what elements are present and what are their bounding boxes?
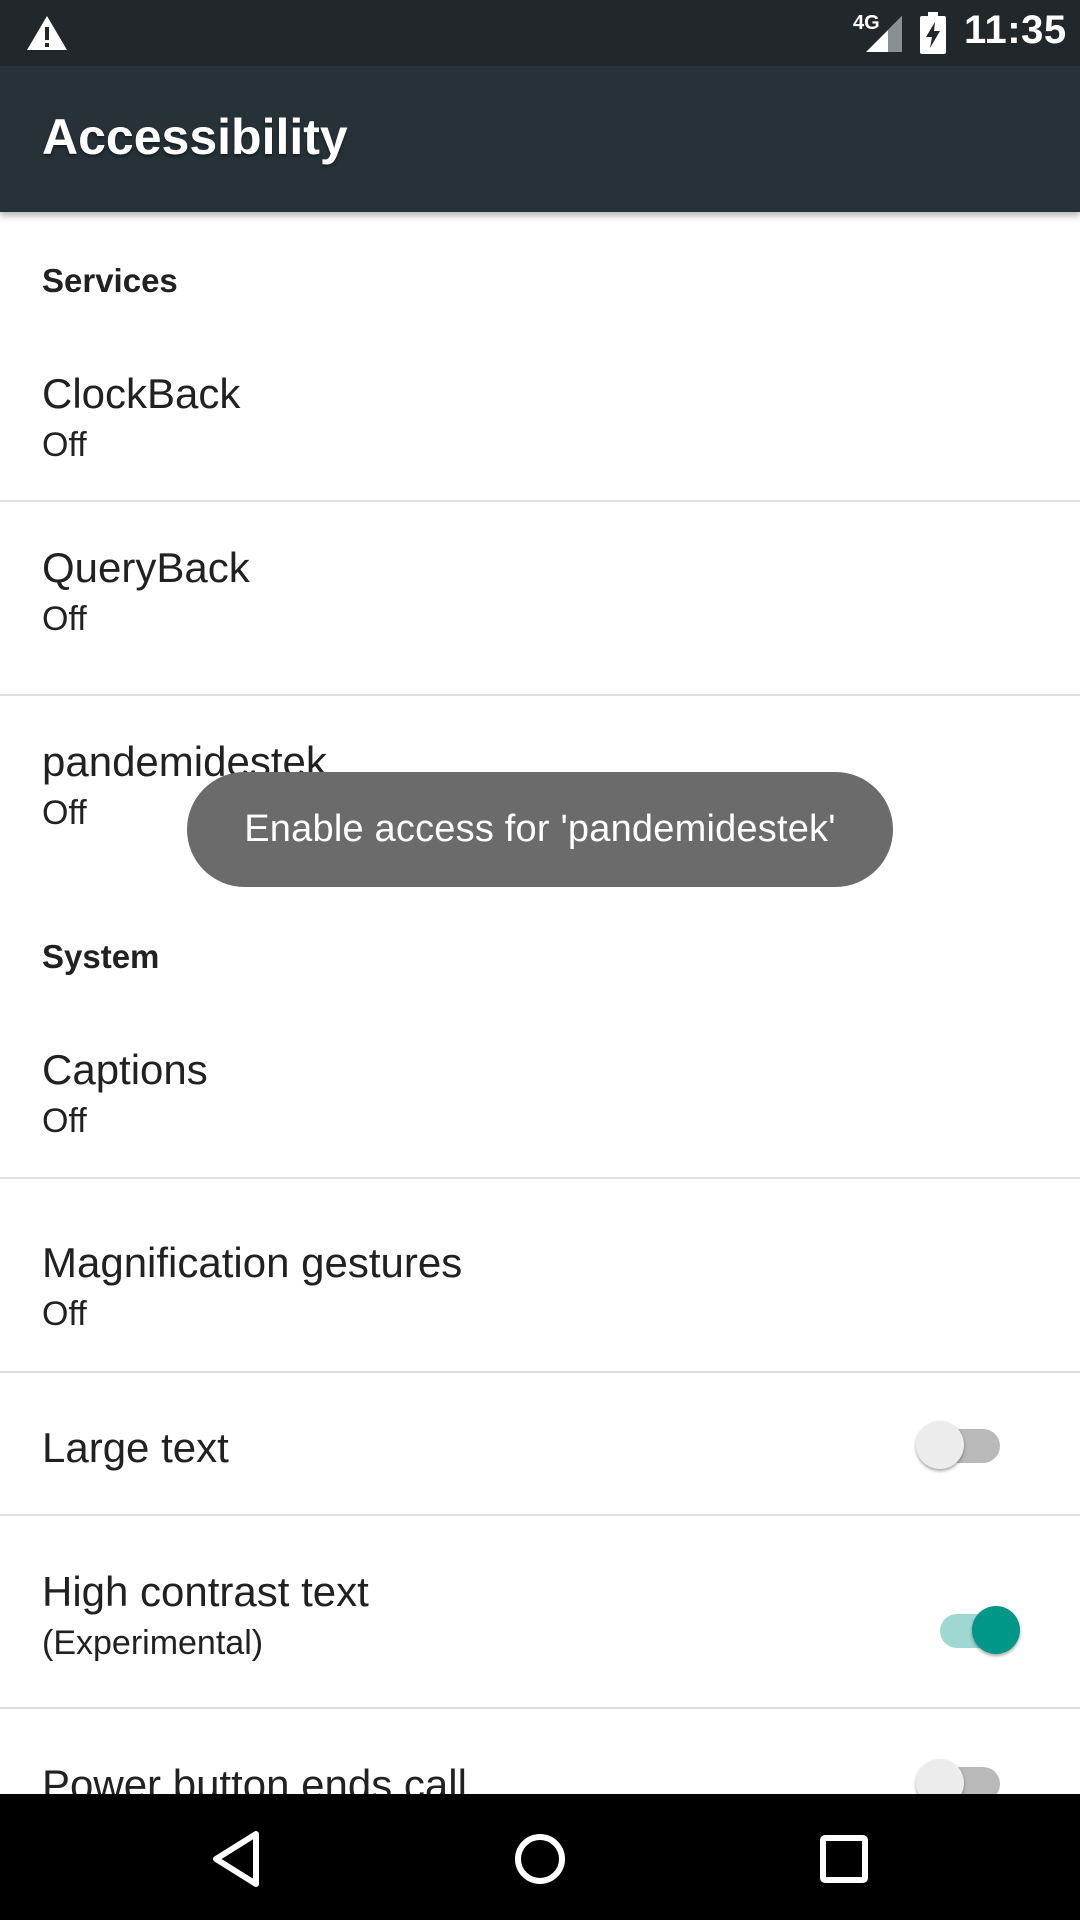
settings-list[interactable]: Services ClockBack Off QueryBack Off pan… [0,212,1080,1794]
setting-item-power-button-ends-call[interactable]: Power button ends call [0,1709,1080,1794]
page-title: Accessibility [42,109,348,165]
setting-title: QueryBack [42,544,250,591]
setting-summary: Off [42,794,87,832]
setting-title: Magnification gestures [42,1239,463,1286]
high-contrast-text-switch[interactable] [920,1596,1020,1656]
large-text-switch[interactable] [912,1411,1012,1471]
recents-icon[interactable] [809,1824,879,1894]
setting-item-clockback[interactable]: ClockBack Off [0,328,1080,514]
home-icon[interactable] [505,1824,575,1894]
power-button-ends-call-switch[interactable] [912,1749,1012,1794]
signal-icon [866,16,902,52]
setting-title: ClockBack [42,370,241,417]
setting-summary: Off [42,1102,87,1140]
setting-summary: (Experimental) [42,1624,264,1662]
setting-title: High contrast text [42,1568,369,1615]
app-bar: Accessibility [0,66,1080,212]
status-bar: 4G 11:35 [0,0,1080,66]
clock: 11:35 [964,8,1067,52]
setting-title: Captions [42,1046,208,1093]
setting-summary: Off [42,426,87,464]
setting-summary: Off [42,1295,87,1333]
setting-item-large-text[interactable]: Large text [0,1373,1080,1515]
navigation-bar [0,1794,1080,1920]
section-header-system: System [42,938,160,975]
section-header-services: Services [42,262,178,299]
switch-thumb [916,1421,964,1469]
toast-message: Enable access for 'pandemidestek' [187,772,893,887]
switch-thumb [972,1606,1020,1654]
back-icon[interactable] [202,1824,272,1894]
setting-title: Power button ends call [42,1761,467,1794]
setting-title: Large text [42,1424,229,1471]
setting-summary: Off [42,600,87,638]
switch-thumb [916,1759,964,1794]
setting-item-queryback[interactable]: QueryBack Off [0,502,1080,696]
battery-charging-icon [920,12,946,54]
setting-item-high-contrast-text[interactable]: High contrast text (Experimental) [0,1516,1080,1708]
warning-icon [27,16,67,50]
setting-item-captions[interactable]: Captions Off [0,984,1080,1178]
setting-item-magnification-gestures[interactable]: Magnification gestures Off [0,1179,1080,1373]
